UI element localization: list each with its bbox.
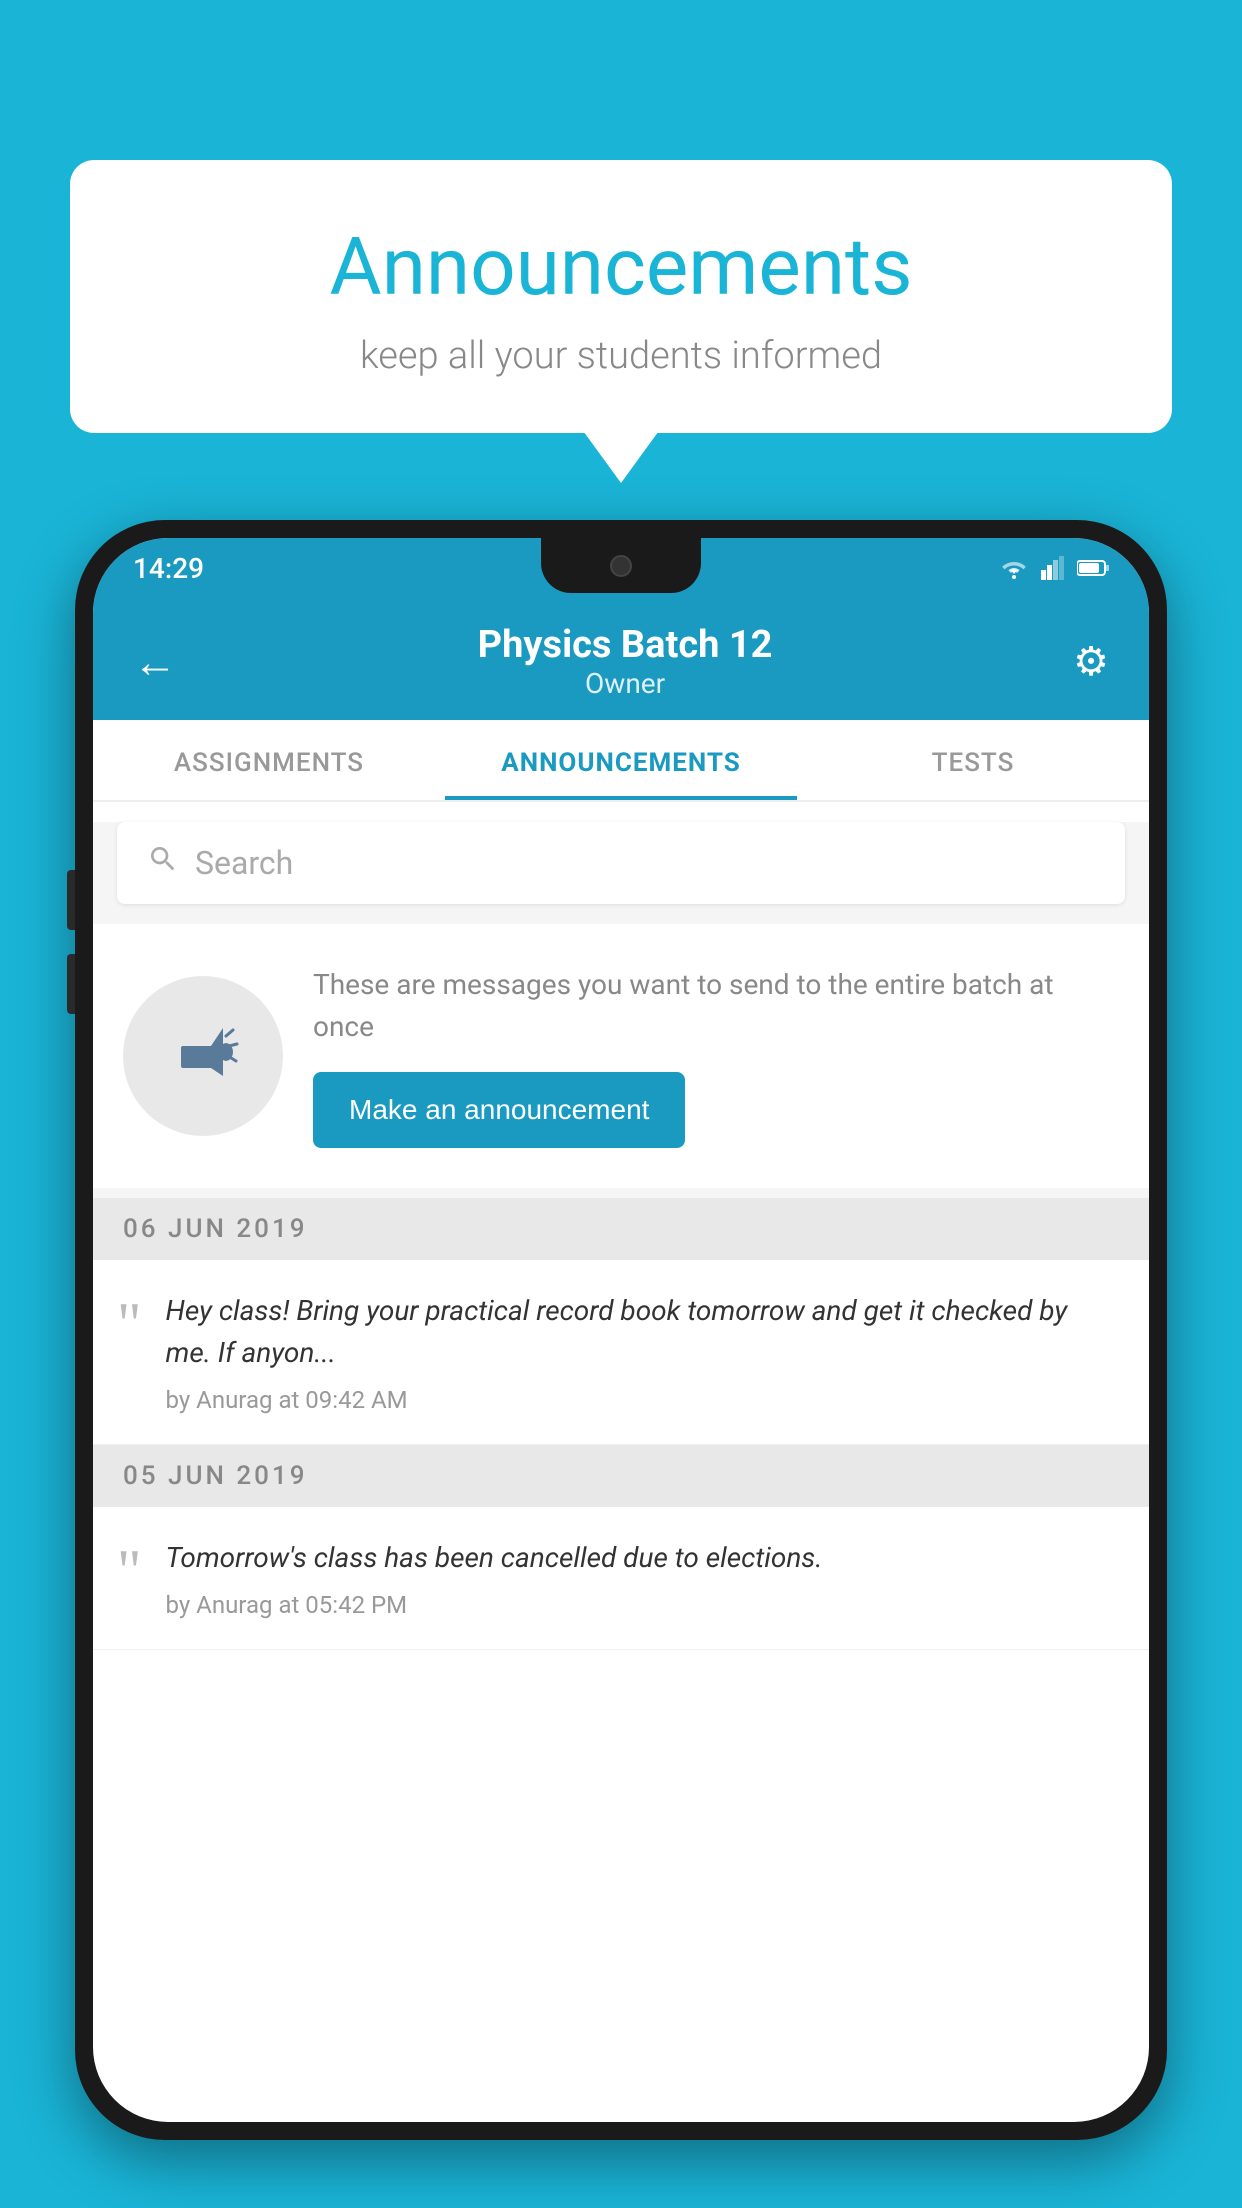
volume-up-button[interactable]	[67, 870, 75, 930]
battery-icon	[1077, 559, 1109, 577]
wifi-icon	[999, 556, 1029, 580]
tab-announcements[interactable]: ANNOUNCEMENTS	[445, 720, 797, 800]
signal-icon	[1041, 556, 1065, 580]
announcement-item-2[interactable]: " Tomorrow's class has been cancelled du…	[93, 1507, 1149, 1650]
announcement-meta-2: by Anurag at 05:42 PM	[166, 1591, 1120, 1619]
search-icon	[147, 842, 179, 884]
promo-card: These are messages you want to send to t…	[93, 924, 1149, 1188]
quote-icon-1: "	[117, 1294, 142, 1354]
status-time: 14:29	[133, 552, 204, 585]
announcement-text-1: Hey class! Bring your practical record b…	[166, 1290, 1120, 1374]
megaphone-icon	[163, 1016, 243, 1096]
date-divider-2: 05 JUN 2019	[93, 1445, 1149, 1507]
back-button[interactable]: ←	[133, 636, 177, 688]
header-subtitle: Owner	[478, 667, 773, 700]
volume-down-button[interactable]	[67, 954, 75, 1014]
tab-tests[interactable]: TESTS	[797, 720, 1149, 800]
promo-text-area: These are messages you want to send to t…	[313, 964, 1119, 1148]
phone-screen: 14:29	[93, 538, 1149, 2122]
header-title: Physics Batch 12	[478, 623, 773, 667]
content-area: Search	[93, 822, 1149, 1650]
phone-outer: 14:29	[75, 520, 1167, 2140]
header-center: Physics Batch 12 Owner	[478, 623, 773, 700]
tab-active-indicator	[445, 796, 797, 800]
status-bar: 14:29	[93, 538, 1149, 598]
settings-icon[interactable]: ⚙	[1073, 638, 1109, 685]
announcement-item-1[interactable]: " Hey class! Bring your practical record…	[93, 1260, 1149, 1445]
app-header: ← Physics Batch 12 Owner ⚙	[93, 598, 1149, 720]
search-bar[interactable]: Search	[117, 822, 1125, 904]
camera-icon	[610, 555, 632, 577]
promo-description: These are messages you want to send to t…	[313, 964, 1119, 1048]
tabs-bar: ASSIGNMENTS ANNOUNCEMENTS TESTS	[93, 720, 1149, 802]
speech-bubble-wrapper: Announcements keep all your students inf…	[70, 160, 1172, 433]
status-icons	[999, 556, 1109, 580]
side-buttons	[67, 870, 75, 1014]
announcement-meta-1: by Anurag at 09:42 AM	[166, 1386, 1120, 1414]
bubble-subtitle: keep all your students informed	[130, 334, 1112, 378]
announcement-content-1: Hey class! Bring your practical record b…	[166, 1290, 1120, 1414]
quote-icon-2: "	[117, 1541, 142, 1601]
search-placeholder: Search	[195, 844, 293, 882]
tab-assignments[interactable]: ASSIGNMENTS	[93, 720, 445, 800]
announcement-content-2: Tomorrow's class has been cancelled due …	[166, 1537, 1120, 1619]
date-divider-1: 06 JUN 2019	[93, 1198, 1149, 1260]
phone-wrapper: 14:29	[75, 520, 1167, 2208]
make-announcement-button[interactable]: Make an announcement	[313, 1072, 685, 1148]
notch	[541, 538, 701, 593]
announcement-text-2: Tomorrow's class has been cancelled due …	[166, 1537, 1120, 1579]
promo-icon-circle	[123, 976, 283, 1136]
speech-bubble: Announcements keep all your students inf…	[70, 160, 1172, 433]
bubble-title: Announcements	[130, 220, 1112, 314]
